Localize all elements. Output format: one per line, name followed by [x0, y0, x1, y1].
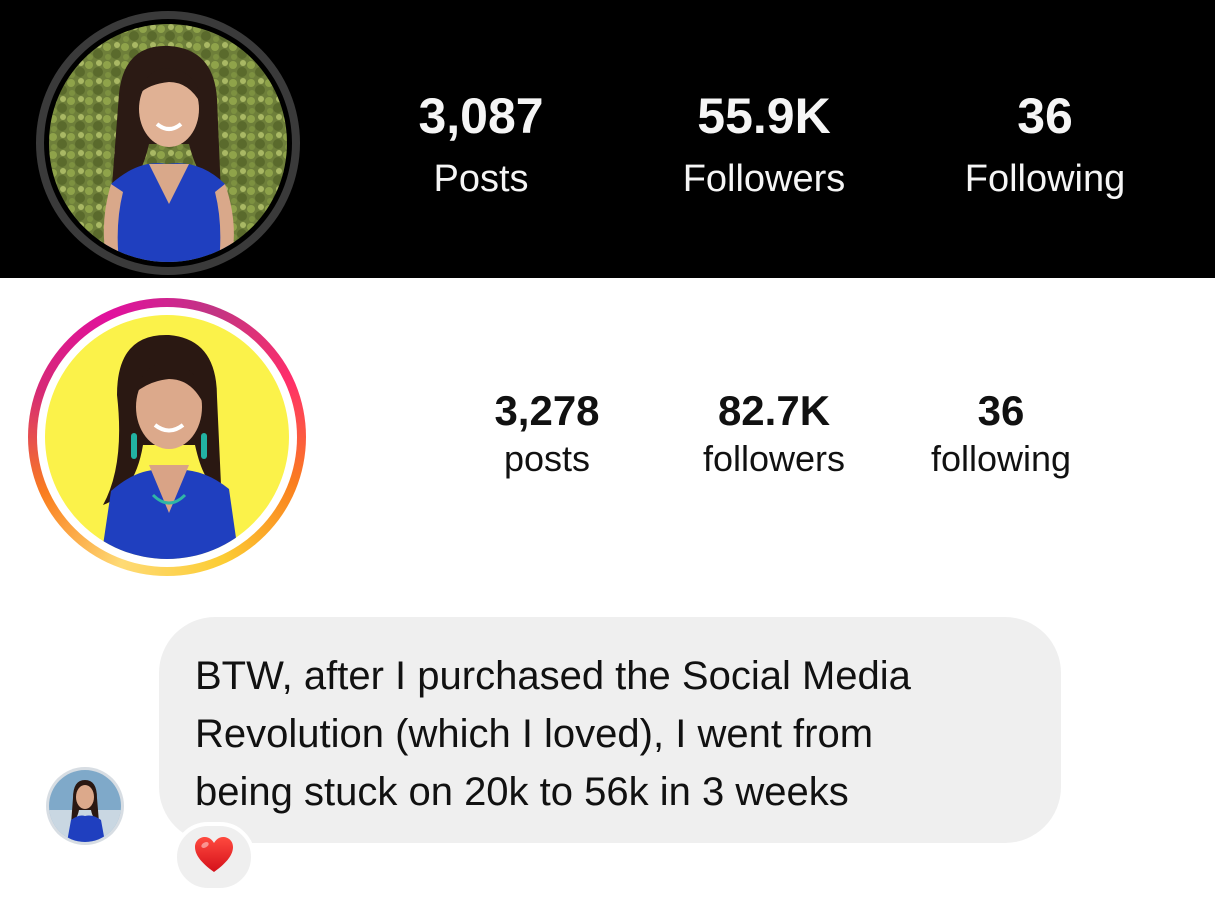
stat-followers[interactable]: 82.7K followers — [664, 388, 884, 480]
stat-value: 36 — [1017, 88, 1073, 144]
profile-avatar-dark[interactable] — [36, 11, 300, 275]
message-bubble[interactable]: BTW, after I purchased the Social Media … — [159, 617, 1061, 843]
stat-value: 3,278 — [494, 387, 600, 434]
sender-avatar[interactable] — [46, 767, 124, 845]
avatar-photo — [49, 770, 121, 842]
message-line: BTW, after I purchased the Social Media — [195, 654, 911, 698]
stat-value: 3,087 — [418, 88, 544, 144]
stat-label: Posts — [433, 158, 529, 200]
avatar-photo — [49, 24, 287, 262]
profile-avatar-story-ring[interactable] — [28, 298, 306, 576]
reaction-badge[interactable] — [173, 822, 255, 892]
stat-value: 55.9K — [697, 88, 831, 144]
stat-following[interactable]: 36 Following — [925, 88, 1165, 202]
stat-label: Followers — [682, 158, 846, 200]
stat-followers[interactable]: 55.9K Followers — [644, 88, 884, 202]
stat-label: followers — [702, 438, 846, 479]
stat-posts[interactable]: 3,278 posts — [437, 388, 657, 480]
red-heart-icon — [194, 836, 234, 879]
avatar-photo — [45, 315, 289, 559]
stat-posts[interactable]: 3,087 Posts — [361, 88, 601, 202]
stat-label: Following — [964, 158, 1126, 200]
stat-value: 82.7K — [717, 387, 831, 434]
stat-label: posts — [503, 438, 591, 479]
message-line: Revolution (which I loved), I went from — [195, 712, 874, 756]
message-line: being stuck on 20k to 56k in 3 weeks — [195, 770, 849, 814]
stat-value: 36 — [977, 387, 1025, 434]
stat-following[interactable]: 36 following — [891, 388, 1111, 480]
profile-header-dark: 3,087 Posts 55.9K Followers 36 Following — [0, 0, 1215, 278]
stat-label: following — [930, 438, 1072, 479]
